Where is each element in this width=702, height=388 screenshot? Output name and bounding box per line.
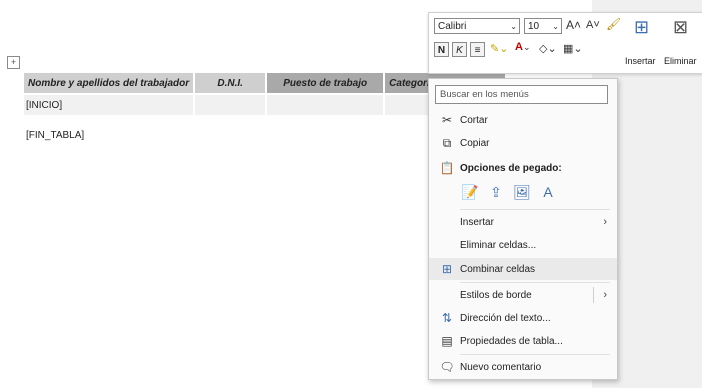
scissors-icon: ✂	[441, 113, 453, 127]
menu-item-label: Propiedades de tabla...	[460, 335, 563, 347]
chevron-right-icon: ›	[603, 216, 607, 228]
header-nombre[interactable]: Nombre y apellidos del trabajador	[24, 73, 196, 94]
table-cell[interactable]: [INICIO]	[24, 93, 196, 115]
menu-separator	[460, 282, 610, 283]
align-center-icon: ≡	[474, 45, 481, 56]
paste-icon: 📋	[439, 161, 455, 175]
insert-button[interactable]: Insertar	[625, 56, 656, 66]
chevron-down-icon: ⌄	[552, 22, 559, 31]
paste-keep-format-icon[interactable]: 📝	[461, 183, 479, 201]
menu-item-eliminar-celdas[interactable]: Eliminar celdas...	[429, 234, 617, 256]
menu-item-nuevo-comentario[interactable]: 🗨 Nuevo comentario	[429, 356, 617, 378]
format-painter-icon[interactable]: 🖌	[606, 17, 621, 31]
menu-item-combinar-celdas[interactable]: ⊞ Combinar celdas	[429, 258, 617, 280]
menu-search-placeholder: Buscar en los menús	[440, 89, 529, 100]
table-cell[interactable]	[266, 93, 386, 115]
menu-search-input[interactable]: Buscar en los menús	[435, 85, 608, 104]
italic-label: K	[456, 45, 463, 56]
chevron-right-icon: ›	[603, 289, 607, 301]
align-center-button[interactable]: ≡	[470, 42, 485, 57]
delete-button[interactable]: Eliminar	[664, 56, 697, 66]
menu-separator	[460, 209, 610, 210]
table-cell[interactable]	[194, 93, 268, 115]
menu-item-label: Estilos de borde	[460, 289, 532, 301]
copy-icon: ⧉	[442, 135, 452, 150]
menu-item-label: Cortar	[460, 114, 488, 126]
paste-text-only-icon[interactable]: A	[539, 183, 557, 201]
paste-merge-format-icon[interactable]: ⇪	[487, 183, 505, 201]
menu-item-cortar[interactable]: ✂ Cortar	[429, 109, 617, 131]
context-menu: Buscar en los menús ✂ Cortar ⧉ Copiar 📋 …	[428, 78, 618, 380]
menu-item-opciones-pegado: 📋 Opciones de pegado:	[429, 157, 617, 179]
menu-item-label: Combinar celdas	[460, 263, 536, 275]
menu-separator	[460, 354, 610, 355]
font-name-value: Calibri	[438, 21, 467, 32]
shading-icon[interactable]: ◇⌄	[539, 42, 557, 55]
text-direction-icon: ⇅	[441, 311, 453, 325]
menu-item-label: Insertar	[460, 216, 494, 228]
delete-table-icon[interactable]: ⊠	[673, 17, 688, 38]
bold-label: N	[437, 45, 446, 56]
font-size-select[interactable]: 10 ⌄	[524, 18, 562, 34]
table-move-handle-icon[interactable]: +	[7, 56, 20, 69]
italic-button[interactable]: K	[452, 42, 467, 57]
font-name-select[interactable]: Calibri ⌄	[434, 18, 520, 34]
highlight-icon[interactable]: ✎⌄	[490, 42, 508, 55]
paste-picture-icon[interactable]: 🖼	[513, 183, 531, 201]
menu-item-propiedades-tabla[interactable]: ▤ Propiedades de tabla...	[429, 330, 617, 352]
menu-item-label: Copiar	[460, 137, 490, 149]
menu-item-estilos-borde[interactable]: Estilos de borde ›	[429, 284, 617, 306]
paste-options: 📝 ⇪ 🖼 A	[461, 183, 557, 201]
header-dni[interactable]: D.N.I.	[194, 73, 268, 94]
grow-font-icon[interactable]: A˄	[566, 18, 581, 32]
bold-button[interactable]: N	[434, 42, 449, 57]
menu-vertical-separator	[593, 287, 594, 303]
mini-toolbar: Calibri ⌄ 10 ⌄ A˄ A˅ 🖌 N K ≡ ✎⌄ A⌄ ◇⌄ ▦⌄…	[428, 12, 702, 74]
menu-item-label: Nuevo comentario	[460, 361, 542, 373]
font-size-value: 10	[528, 21, 540, 32]
menu-item-copiar[interactable]: ⧉ Copiar	[429, 132, 617, 154]
borders-icon[interactable]: ▦⌄	[563, 42, 583, 55]
menu-item-label: Opciones de pegado:	[460, 162, 562, 174]
fin-tabla-text: [FIN_TABLA]	[26, 130, 85, 141]
font-color-icon[interactable]: A⌄	[515, 41, 531, 53]
menu-item-insertar[interactable]: Insertar ›	[429, 211, 617, 233]
menu-item-direccion-texto[interactable]: ⇅ Dirección del texto...	[429, 307, 617, 329]
chevron-down-icon: ⌄	[510, 22, 517, 31]
merge-cells-icon: ⊞	[441, 262, 453, 276]
menu-item-label: Dirección del texto...	[460, 312, 551, 324]
shrink-font-icon[interactable]: A˅	[586, 19, 600, 31]
header-puesto[interactable]: Puesto de trabajo	[266, 73, 386, 94]
menu-item-label: Eliminar celdas...	[460, 239, 537, 251]
comment-icon: 🗨	[439, 360, 455, 374]
table-properties-icon: ▤	[441, 334, 453, 348]
insert-table-icon[interactable]: ⊞	[634, 17, 649, 38]
